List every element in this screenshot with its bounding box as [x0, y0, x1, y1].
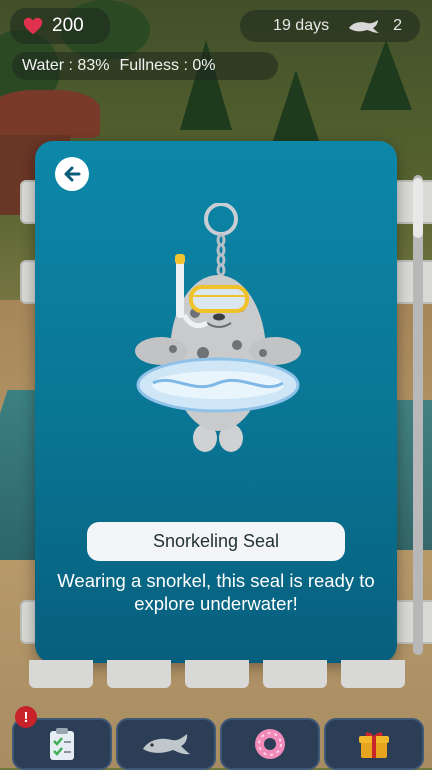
stats-bar: Water : 83% Fullness : 0%	[12, 52, 278, 80]
inventory-slots-row	[25, 660, 407, 692]
seal-icon	[349, 20, 380, 33]
back-button[interactable]	[55, 157, 89, 191]
item-description: Wearing a snorkel, this seal is ready to…	[57, 570, 375, 614]
inventory-slot[interactable]	[185, 660, 249, 688]
inventory-slot[interactable]	[107, 660, 171, 688]
days-value: 19 days	[273, 17, 330, 34]
seals-button[interactable]	[116, 718, 216, 770]
item-name: Snorkeling Seal	[87, 522, 345, 561]
heart-icon	[23, 17, 43, 35]
clipboard-icon	[50, 728, 74, 760]
fullness-stat: Fullness : 0%	[119, 57, 216, 74]
food-button[interactable]	[220, 718, 320, 770]
gift-icon	[359, 732, 389, 758]
alert-badge: !	[15, 706, 37, 728]
back-arrow-icon	[64, 166, 81, 182]
donut-icon	[255, 729, 285, 759]
inventory-slot[interactable]	[29, 660, 93, 688]
shop-button[interactable]	[324, 718, 424, 770]
item-detail-card: Snorkeling Seal Wearing a snorkel, this …	[35, 141, 397, 663]
days-counter: 19 days 2	[240, 10, 420, 42]
scrollbar-thumb[interactable]	[413, 178, 423, 238]
bottom-toolbar	[0, 710, 432, 770]
seal-count: 2	[393, 17, 402, 34]
hearts-value: 200	[52, 15, 84, 36]
scrollbar-track[interactable]	[413, 175, 423, 655]
hearts-counter: 200	[10, 8, 110, 44]
inventory-slot[interactable]	[341, 660, 405, 688]
snorkeling-seal-keychain	[135, 203, 301, 452]
water-stat: Water : 83%	[22, 57, 110, 74]
inventory-slot[interactable]	[263, 660, 327, 688]
seal-icon	[143, 734, 190, 755]
